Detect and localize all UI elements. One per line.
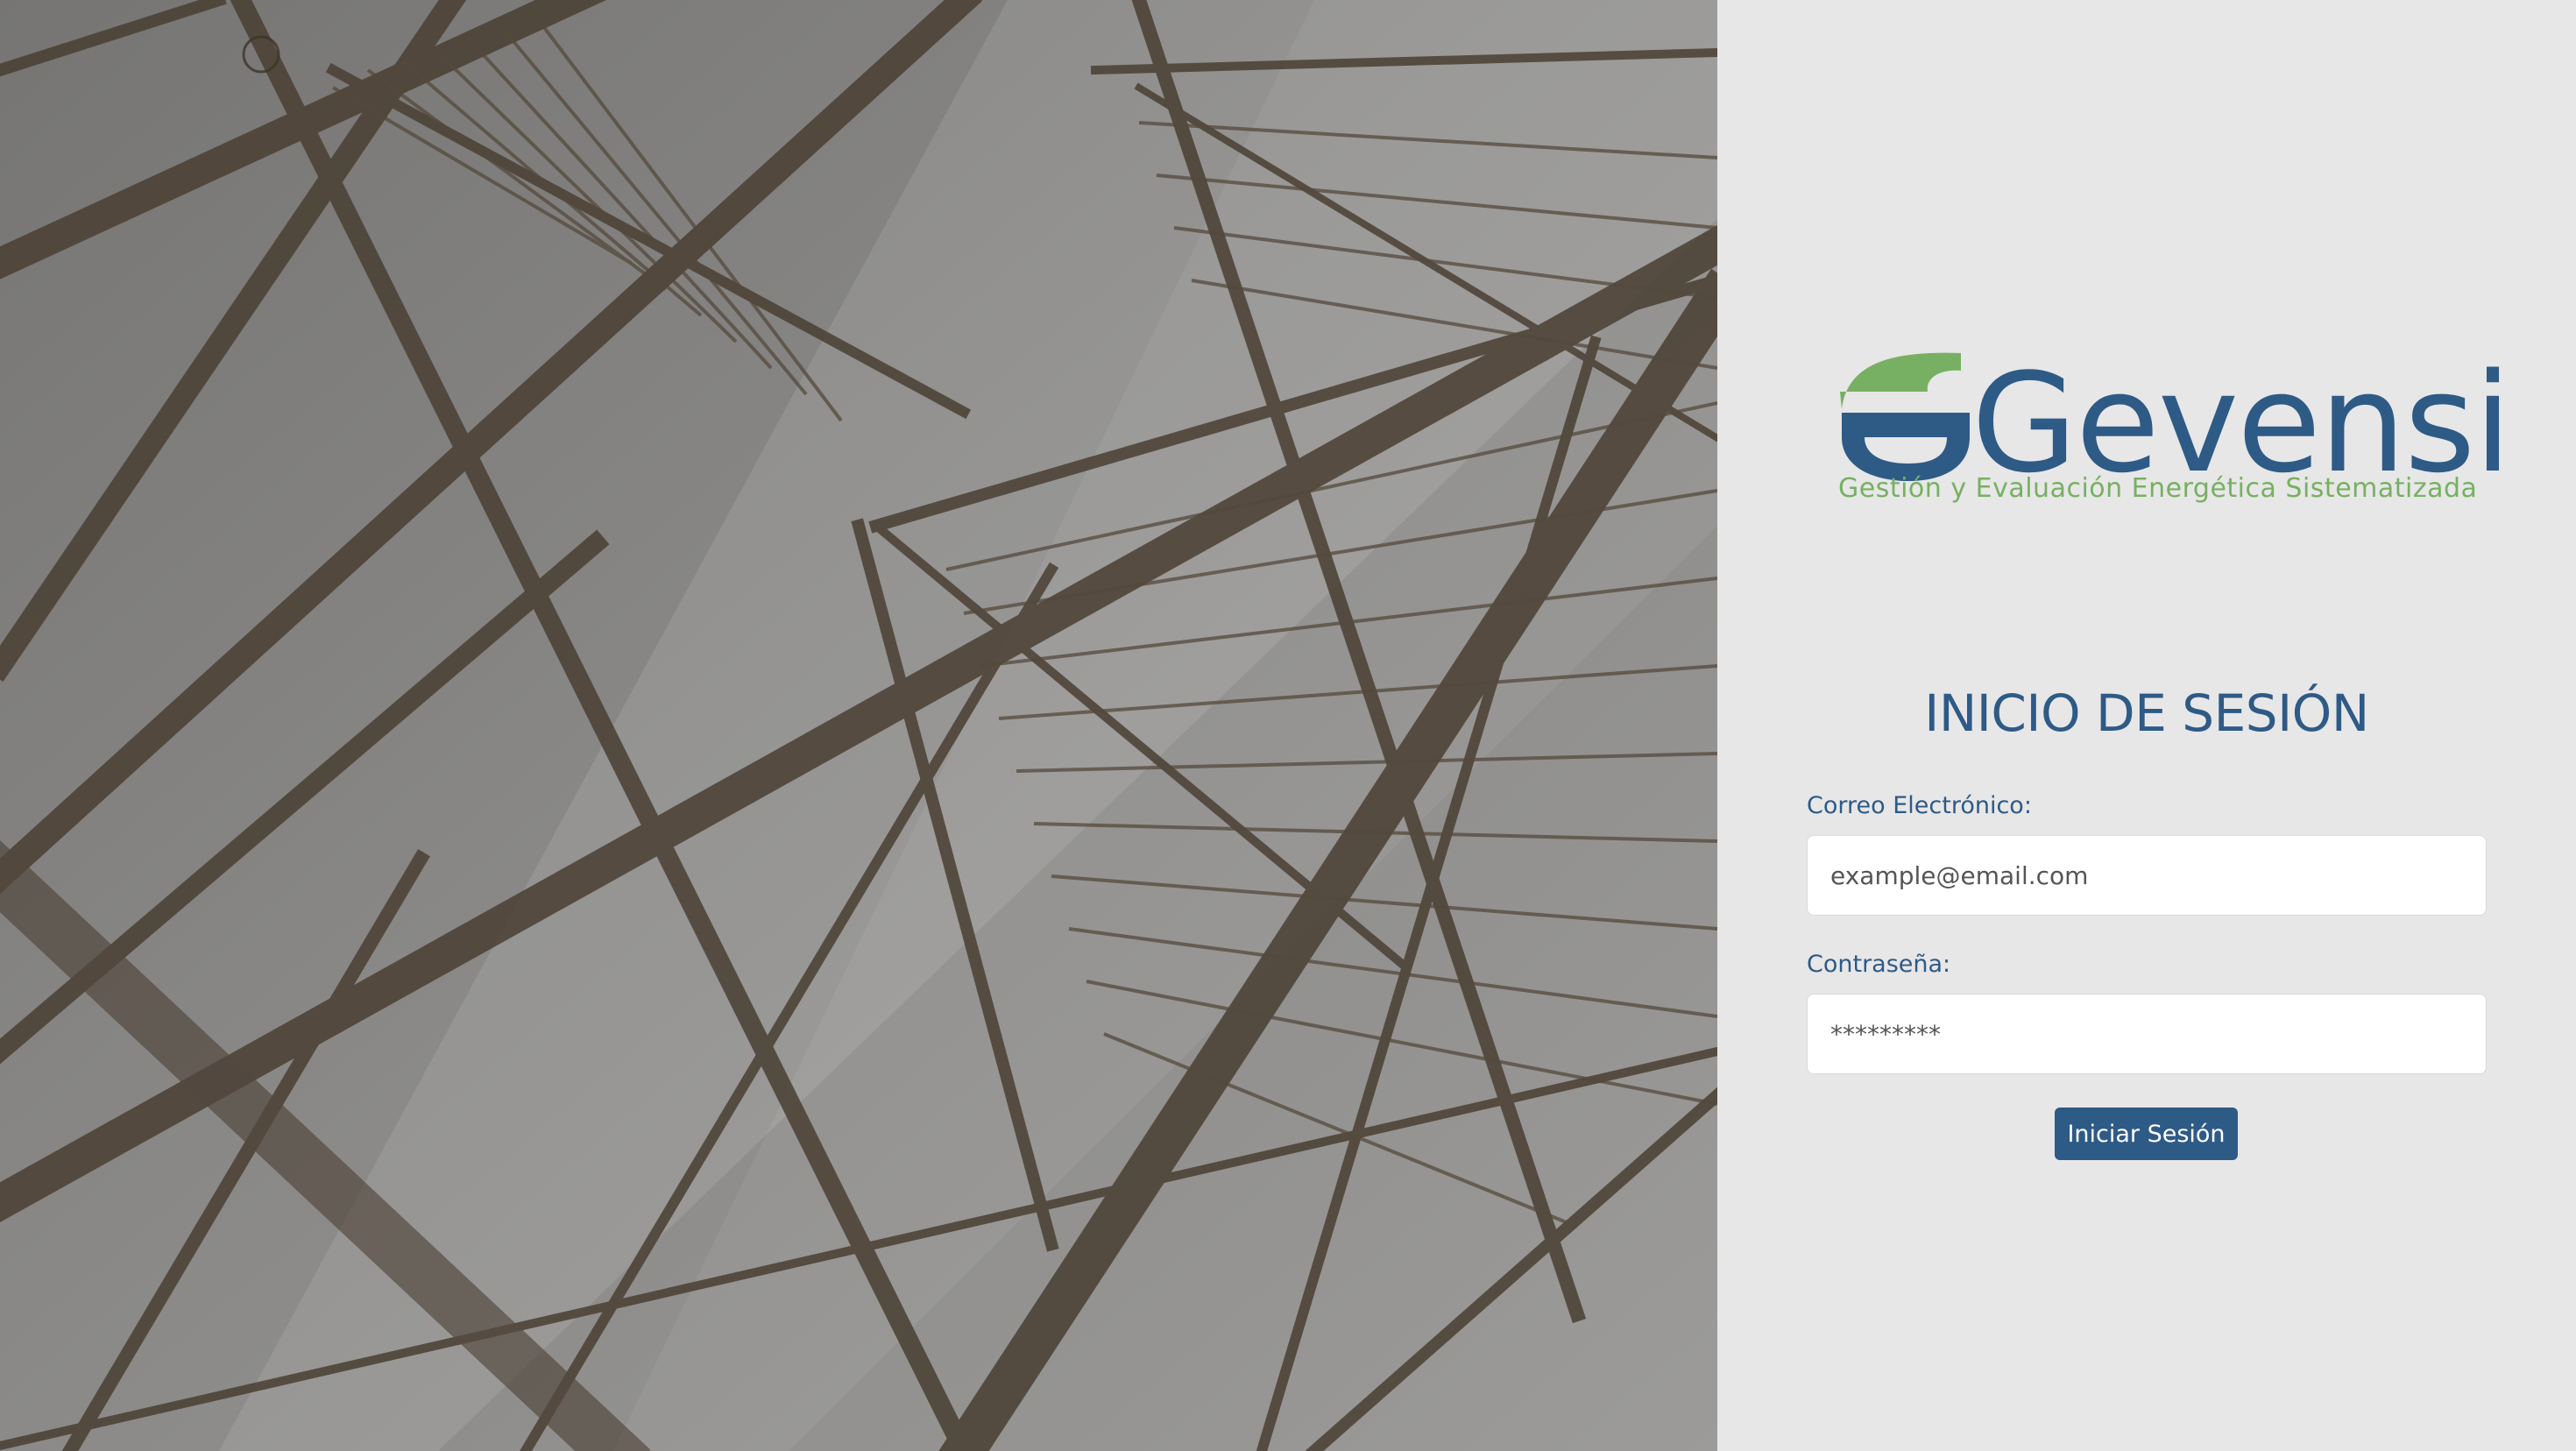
hero-image (0, 0, 1717, 1451)
login-title: INICIO DE SESIÓN (1924, 683, 2369, 743)
brand-wordmark: Gevensi (1971, 343, 2512, 503)
password-field[interactable] (1807, 994, 2487, 1074)
login-button[interactable]: Iniciar Sesión (2055, 1108, 2238, 1160)
brand-tagline: Gestión y Evaluación Energética Sistemat… (1838, 473, 2478, 504)
password-label: Contraseña: (1807, 951, 1951, 978)
transmission-tower-illustration (0, 0, 1717, 1451)
email-field[interactable] (1807, 835, 2487, 916)
login-page: Gevensi Gestión y Evaluación Energética … (0, 0, 2576, 1451)
email-label: Correo Electrónico: (1807, 792, 2032, 819)
